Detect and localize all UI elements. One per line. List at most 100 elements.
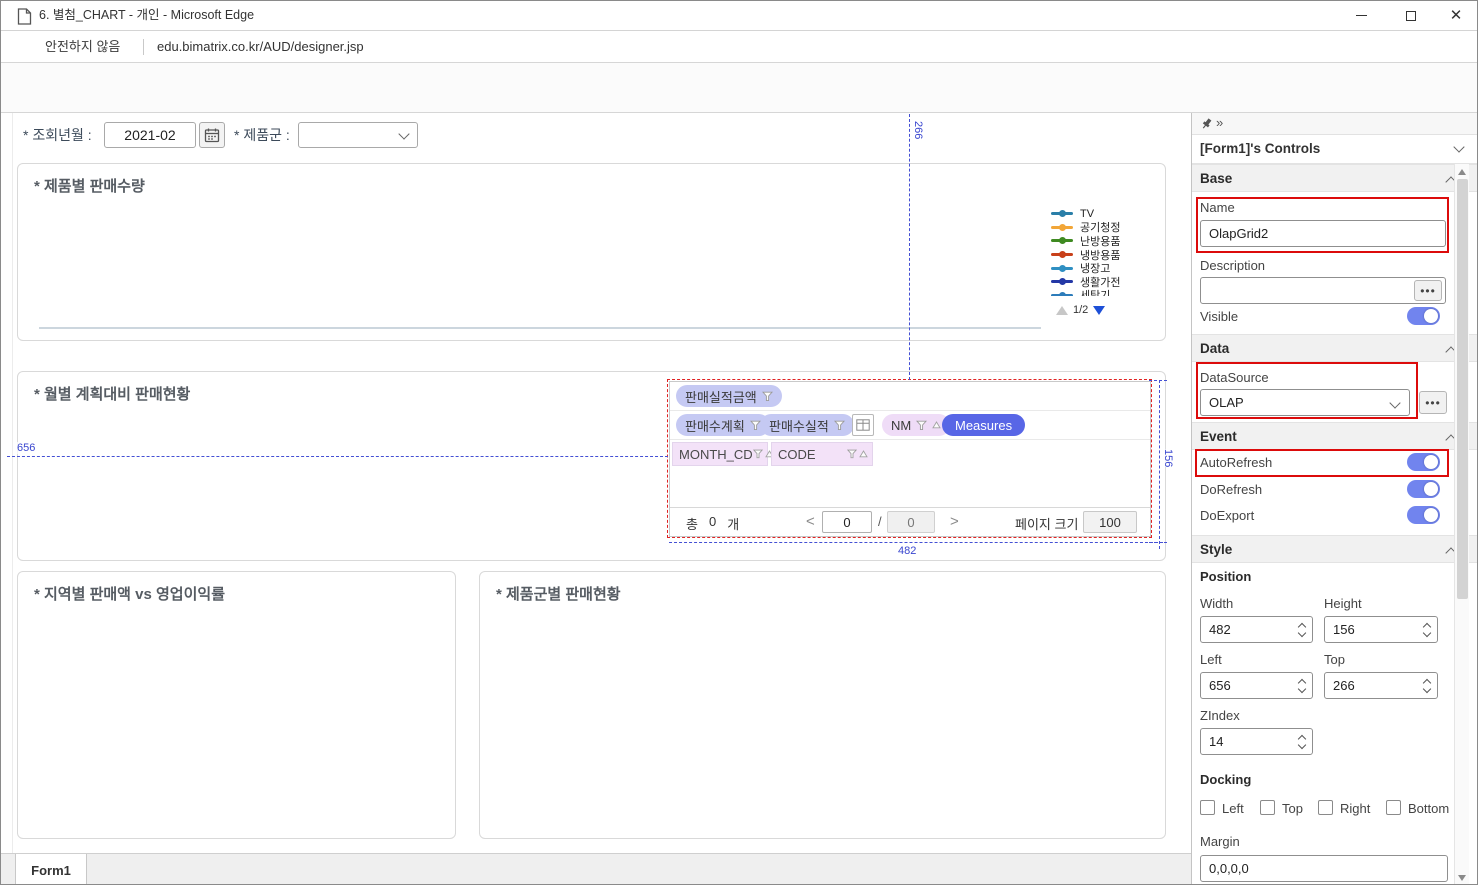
close-icon: ✕ <box>1450 8 1463 23</box>
calendar-button[interactable] <box>199 122 225 148</box>
autorefresh-label: AutoRefresh <box>1200 455 1272 471</box>
datasource-select[interactable]: OLAP <box>1200 389 1410 416</box>
legend-marker <box>1051 280 1073 283</box>
legend-page-down-icon[interactable] <box>1093 306 1105 315</box>
spinner-arrows-icon[interactable] <box>1299 680 1305 692</box>
docking-label: Docking <box>1200 772 1251 788</box>
left-spinner[interactable]: 656 <box>1200 672 1313 699</box>
address-bar[interactable]: 안전하지 않음 edu.bimatrix.co.kr/AUD/designer.… <box>1 31 1477 63</box>
page-icon <box>17 8 32 25</box>
top-value: 266 <box>1333 678 1355 693</box>
sort-icon <box>859 450 868 458</box>
scroll-down-icon[interactable] <box>1458 875 1466 881</box>
description-input[interactable] <box>1200 277 1446 304</box>
width-spinner[interactable]: 482 <box>1200 616 1313 643</box>
section-header-data[interactable]: Data <box>1192 334 1478 362</box>
total-count: 0 <box>709 514 716 533</box>
dock-bottom-label: Bottom <box>1408 801 1449 817</box>
url-text[interactable]: edu.bimatrix.co.kr/AUD/designer.jsp <box>157 31 364 62</box>
top-spinner[interactable]: 266 <box>1324 672 1438 699</box>
dock-right-checkbox[interactable] <box>1318 800 1333 815</box>
section-title: Data <box>1200 341 1229 356</box>
minimize-button[interactable] <box>1338 1 1384 30</box>
controls-panel-title: [Form1]'s Controls <box>1200 141 1320 156</box>
grid-layout-button[interactable] <box>852 414 874 436</box>
pill-sales-actual[interactable]: 판매수실적 <box>760 414 854 436</box>
spinner-arrows-icon[interactable] <box>1424 680 1430 692</box>
page-size-label: 페이지 크기 <box>1015 514 1078 533</box>
controls-panel-header[interactable]: [Form1]'s Controls <box>1192 135 1478 164</box>
datasource-more-button[interactable]: ••• <box>1419 391 1447 414</box>
table-layout-icon <box>856 419 870 431</box>
section-header-event[interactable]: Event <box>1192 422 1478 450</box>
inspector-scrollbar[interactable] <box>1454 164 1469 885</box>
chart-panel-region-sales: * 지역별 판매액 vs 영업이익률 <box>17 571 456 839</box>
page-size-input[interactable] <box>1083 511 1137 533</box>
zindex-spinner[interactable]: 14 <box>1200 728 1313 755</box>
pill-nm[interactable]: NM <box>882 414 950 436</box>
total-unit: 개 <box>727 514 739 533</box>
dock-top-checkbox[interactable] <box>1260 800 1275 815</box>
spinner-arrows-icon[interactable] <box>1299 736 1305 748</box>
grid-cell-code[interactable]: CODE <box>771 442 873 466</box>
prev-page-button[interactable]: < <box>806 513 815 531</box>
position-label: Position <box>1200 569 1251 585</box>
next-page-button[interactable]: > <box>950 513 959 531</box>
height-spinner[interactable]: 156 <box>1324 616 1438 643</box>
pill-label: 판매실적금액 <box>685 387 757 406</box>
guide-label-top: 266 <box>912 121 924 139</box>
pin-icon[interactable] <box>1200 117 1213 131</box>
margin-input[interactable] <box>1200 855 1448 882</box>
pill-sales-plan[interactable]: 판매수계획 <box>676 414 770 436</box>
legend-item[interactable]: 냉방용품 <box>1051 248 1176 262</box>
pill-label: NM <box>891 418 911 433</box>
scroll-up-icon[interactable] <box>1458 169 1466 175</box>
date-input[interactable] <box>104 122 196 148</box>
name-input[interactable] <box>1200 220 1446 247</box>
tab-form1[interactable]: Form1 <box>15 854 87 885</box>
close-button[interactable]: ✕ <box>1433 1 1478 30</box>
legend-page-up-icon[interactable] <box>1056 306 1068 315</box>
page-current-input[interactable] <box>822 511 872 533</box>
form-boundary <box>12 113 13 853</box>
visible-label: Visible <box>1200 309 1238 325</box>
collapse-panel-icon[interactable]: » <box>1216 115 1223 130</box>
legend-item[interactable]: 생활가전 <box>1051 275 1176 289</box>
pill-measures[interactable]: Measures <box>942 414 1025 436</box>
spinner-arrows-icon[interactable] <box>1424 624 1430 636</box>
description-more-button[interactable]: ••• <box>1414 280 1442 301</box>
scrollbar-thumb[interactable] <box>1457 179 1468 599</box>
design-canvas: * 조회년월 : * 제품군 : * 제품별 판매수량 TV 공기청정 난방용품… <box>1 113 1191 853</box>
inspector-sidebar: » [Form1]'s Controls Base Name Descripti… <box>1191 113 1478 885</box>
section-header-base[interactable]: Base <box>1192 164 1478 192</box>
legend-marker <box>1051 253 1073 256</box>
guide-label-left: 656 <box>17 442 35 454</box>
dock-left-checkbox[interactable] <box>1200 800 1215 815</box>
pill-sales-amount[interactable]: 판매실적금액 <box>676 385 782 407</box>
window-title: 6. 별첨_CHART - 개인 - Microsoft Edge <box>39 1 254 30</box>
filter-icon <box>916 420 927 431</box>
dorefresh-toggle[interactable] <box>1407 480 1440 498</box>
product-select[interactable] <box>298 122 418 148</box>
calendar-icon <box>204 127 220 143</box>
dock-right-label: Right <box>1340 801 1370 817</box>
dock-bottom-checkbox[interactable] <box>1386 800 1401 815</box>
grid-footer: 총 0 개 < / > 페이지 크기 <box>670 507 1150 536</box>
visible-toggle[interactable] <box>1407 307 1440 325</box>
filter-icon <box>762 391 773 402</box>
legend-marker <box>1051 212 1073 215</box>
grid-total: 총 0 개 <box>686 514 739 533</box>
panel-title: * 제품군별 판매현황 <box>496 583 621 604</box>
spinner-arrows-icon[interactable] <box>1299 624 1305 636</box>
section-header-style[interactable]: Style <box>1192 535 1478 563</box>
autorefresh-toggle[interactable] <box>1407 453 1440 471</box>
maximize-button[interactable] <box>1388 1 1434 30</box>
guide-line-width <box>669 542 1163 543</box>
olap-grid-component[interactable]: 판매실적금액 판매수계획 판매수실적 NM <box>669 381 1151 537</box>
title-bar: 6. 별첨_CHART - 개인 - Microsoft Edge ✕ <box>1 1 1477 31</box>
filter-icon <box>834 420 845 431</box>
datasource-label: DataSource <box>1200 370 1269 386</box>
grid-cell-month-cd[interactable]: MONTH_CD <box>672 442 768 466</box>
doexport-toggle[interactable] <box>1407 506 1440 524</box>
pill-label: 판매수계획 <box>685 416 745 435</box>
